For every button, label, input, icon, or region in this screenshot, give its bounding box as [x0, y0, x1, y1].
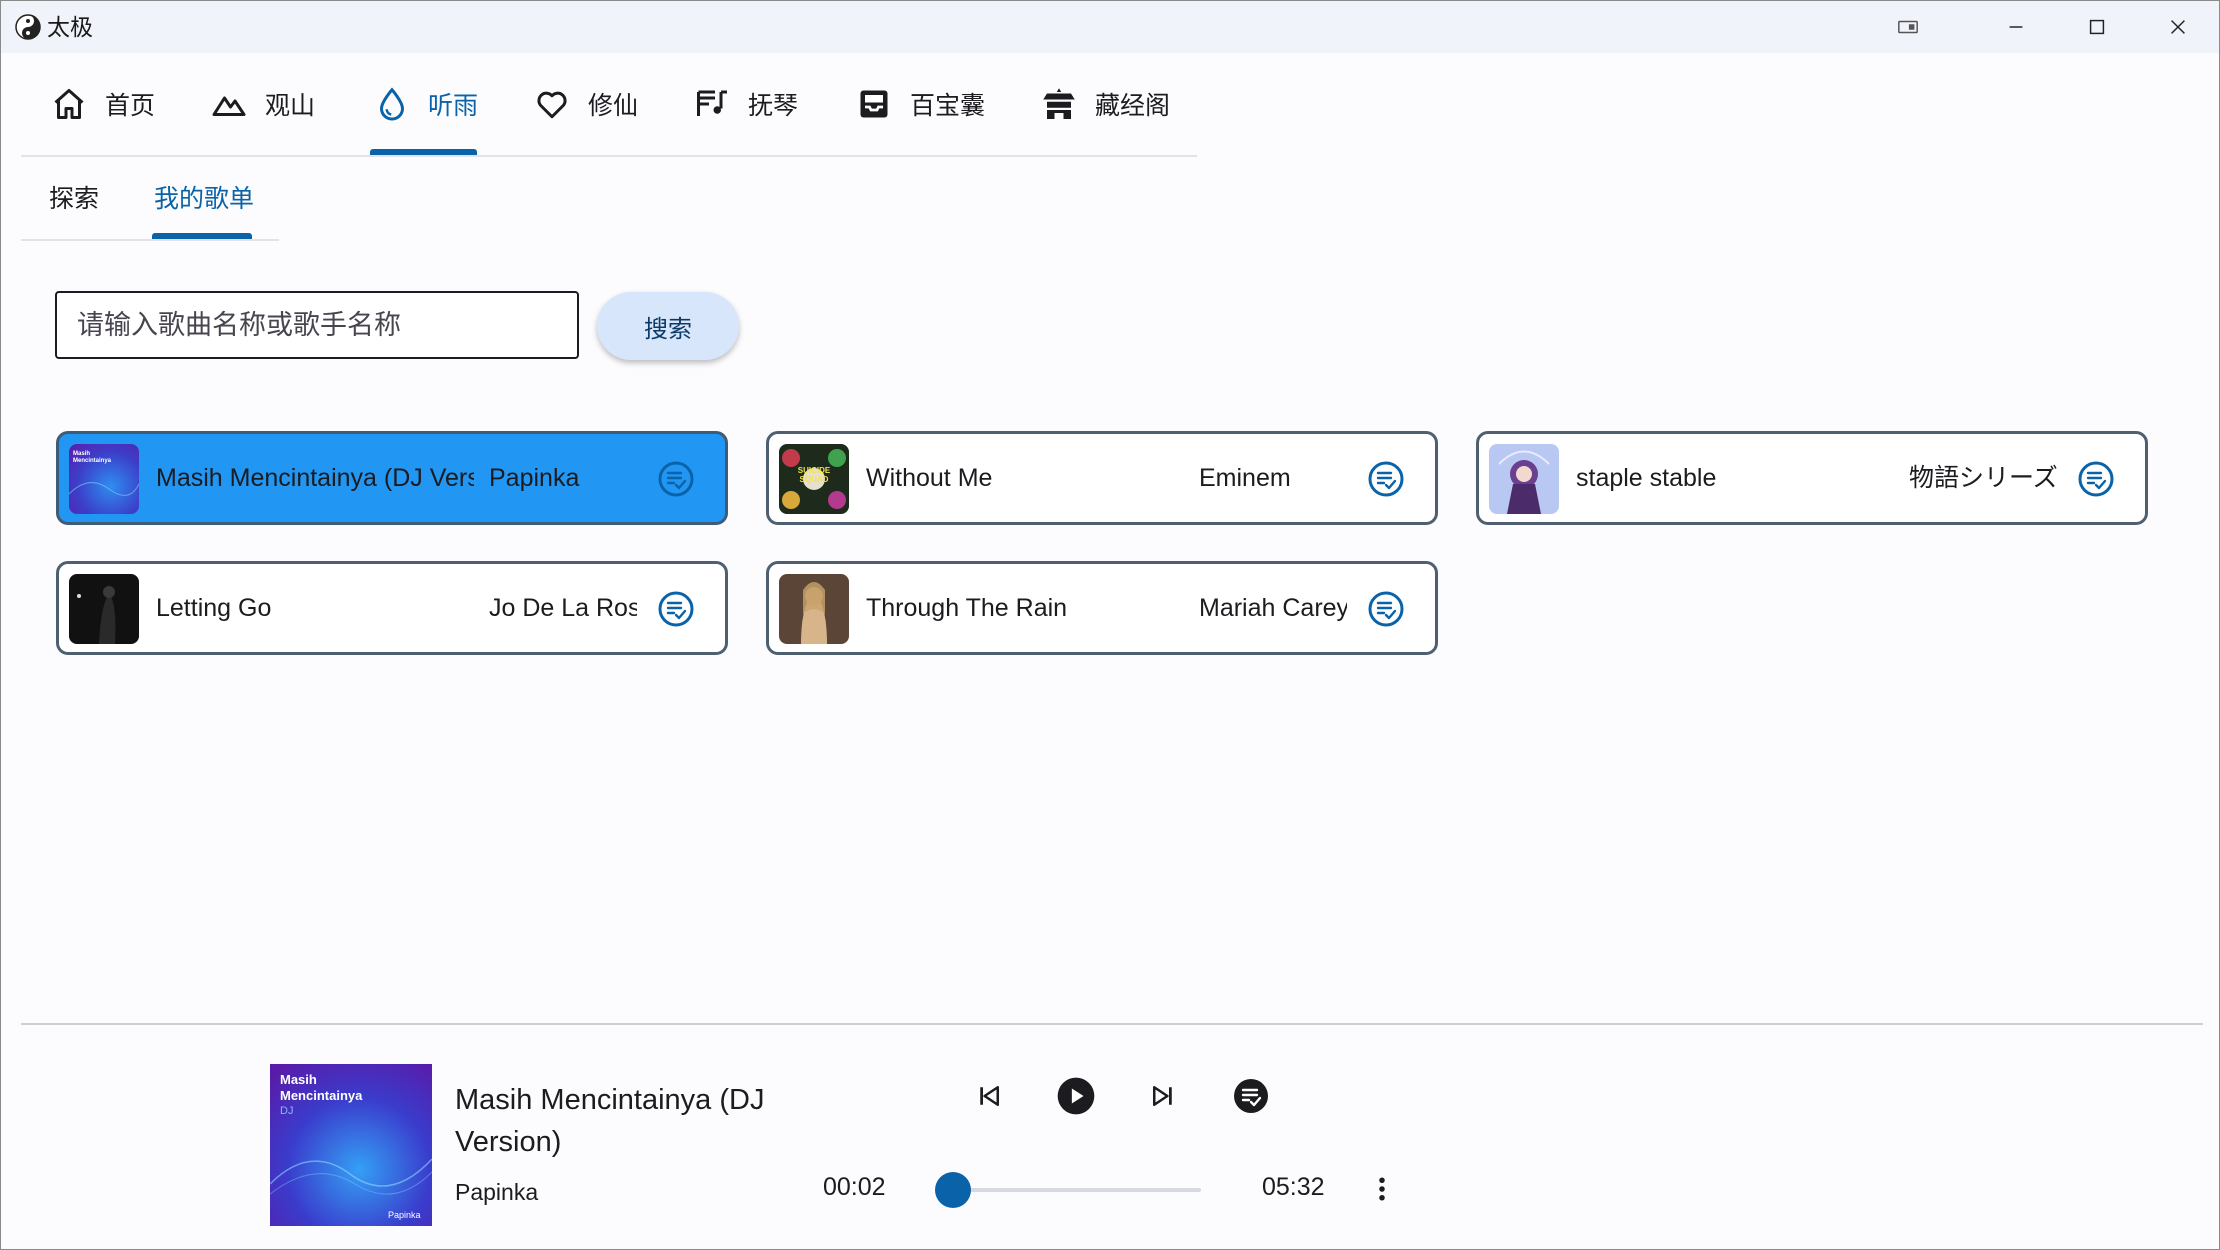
current-time: 00:02: [823, 1173, 886, 1201]
subtab-active-indicator: [152, 233, 252, 239]
play-button[interactable]: [1052, 1072, 1100, 1120]
nav-item-rain[interactable]: 听雨: [374, 53, 478, 155]
nav-active-indicator: [370, 149, 477, 155]
search-button[interactable]: 搜索: [597, 292, 739, 360]
cover-text-line2: Mencintainya: [280, 1088, 363, 1103]
app-window: 太极 首页 观山 听雨 修仙 抚琴 百宝囊 藏经阁 探索 我的歌单 请输入歌曲名…: [0, 0, 2220, 1250]
song-title: Without Me: [866, 464, 993, 492]
next-button[interactable]: [1139, 1072, 1187, 1120]
playlist-check-icon[interactable]: [1367, 590, 1405, 628]
cover-brand: Papinka: [388, 1210, 421, 1220]
now-playing-title: Masih Mencintainya (DJ Version): [455, 1084, 765, 1158]
now-playing-artist: Papinka: [455, 1179, 539, 1205]
snap-layout-button[interactable]: [1868, 1, 1948, 53]
progress-slider[interactable]: [951, 1188, 1201, 1192]
playlist-check-icon[interactable]: [2077, 460, 2115, 498]
inbox-icon: [860, 90, 888, 118]
song-card[interactable]: Masih Mencintainya Masih Mencintainya (DJ…: [56, 431, 728, 525]
album-cover: SUICIDE SQUAD: [779, 444, 849, 514]
close-button[interactable]: [2138, 1, 2218, 53]
skip-previous-icon: [980, 1086, 999, 1106]
more-vertical-icon: [1379, 1177, 1385, 1201]
nav-item-mountain[interactable]: 观山: [211, 53, 315, 155]
song-artist: Mariah Carey: [1199, 594, 1347, 622]
nav-label-rain: 听雨: [428, 92, 479, 120]
nav-item-cultivate[interactable]: 修仙: [534, 53, 638, 155]
song-title: staple stable: [1576, 464, 1717, 492]
total-time: 05:32: [1262, 1173, 1325, 1201]
skip-next-icon: [1153, 1086, 1172, 1106]
now-playing-cover: Masih Mencintainya DJ Papinka: [270, 1064, 432, 1226]
song-artist: 物語シリーズ: [1909, 464, 2057, 492]
maximize-icon: [2089, 19, 2105, 35]
progress-thumb[interactable]: [934, 1172, 971, 1208]
song-card[interactable]: Through The Rain Mariah Carey: [766, 561, 1438, 655]
svg-text:SUICIDE: SUICIDE: [798, 466, 831, 475]
svg-text:Masih: Masih: [73, 451, 90, 457]
close-icon: [2171, 20, 2185, 34]
minimize-button[interactable]: [1976, 1, 2056, 53]
album-cover: [1489, 444, 1559, 514]
heart-icon: [537, 91, 567, 119]
play-icon: [1057, 1077, 1095, 1115]
more-options-button[interactable]: [1358, 1165, 1406, 1213]
previous-button[interactable]: [965, 1072, 1013, 1120]
playlist-check-icon[interactable]: [657, 590, 695, 628]
nav-label-mountain: 观山: [265, 92, 316, 120]
title-bar: 太极: [1, 1, 2219, 53]
song-card[interactable]: Letting Go Jo De La Rosa: [56, 561, 728, 655]
snap-icon: [1898, 20, 1918, 34]
water-drop-icon: [379, 87, 405, 121]
nav-label-library: 藏经阁: [1095, 92, 1171, 120]
playlist-check-icon[interactable]: [657, 460, 695, 498]
playlist-check-icon[interactable]: [1367, 460, 1405, 498]
maximize-button[interactable]: [2057, 1, 2137, 53]
playlist-button[interactable]: [1227, 1072, 1275, 1120]
nav-item-library[interactable]: 藏经阁: [1041, 53, 1170, 155]
playlist-check-icon: [1234, 1079, 1268, 1113]
nav-label-treasure: 百宝囊: [910, 92, 986, 120]
mountain-icon: [212, 96, 246, 116]
svg-text:Mencintainya: Mencintainya: [73, 458, 112, 464]
sub-tabs: 探索 我的歌单: [21, 155, 279, 241]
window-title: 太极: [47, 14, 93, 40]
song-title: Letting Go: [156, 594, 272, 622]
music-note-icon: [697, 90, 727, 116]
nav-label-home: 首页: [105, 92, 156, 120]
svg-text:SQUAD: SQUAD: [800, 475, 829, 484]
temple-icon: [1043, 88, 1075, 119]
album-cover: Masih Mencintainya: [69, 444, 139, 514]
song-title: Through The Rain: [866, 594, 1068, 622]
nav-label-guqin: 抚琴: [748, 92, 799, 120]
album-cover: [779, 574, 849, 644]
song-card[interactable]: staple stable 物語シリーズ: [1476, 431, 2148, 525]
nav-item-treasure[interactable]: 百宝囊: [856, 53, 985, 155]
nav-item-guqin[interactable]: 抚琴: [694, 53, 798, 155]
tab-my-playlist[interactable]: 我的歌单: [154, 179, 254, 219]
cover-text-line1: Masih: [280, 1072, 317, 1087]
cover-text-line3: DJ: [280, 1105, 293, 1117]
song-artist: Papinka: [489, 464, 580, 492]
home-icon: [54, 89, 84, 119]
song-card[interactable]: SUICIDE SQUAD Without Me Eminem: [766, 431, 1438, 525]
song-artist: Eminem: [1199, 464, 1291, 492]
song-title: Masih Mencintainya (DJ Version): [156, 464, 474, 492]
tab-explore[interactable]: 探索: [49, 179, 99, 219]
search-input[interactable]: [55, 291, 579, 359]
player-divider: [21, 1023, 2203, 1025]
album-cover: [69, 574, 139, 644]
minimize-icon: [2009, 26, 2023, 28]
song-artist: Jo De La Rosa: [489, 594, 637, 622]
taiji-app-icon: [15, 14, 41, 40]
nav-item-home[interactable]: 首页: [51, 53, 155, 155]
top-navigation: 首页 观山 听雨 修仙 抚琴 百宝囊 藏经阁: [21, 53, 1197, 157]
nav-label-cultivate: 修仙: [588, 92, 639, 120]
